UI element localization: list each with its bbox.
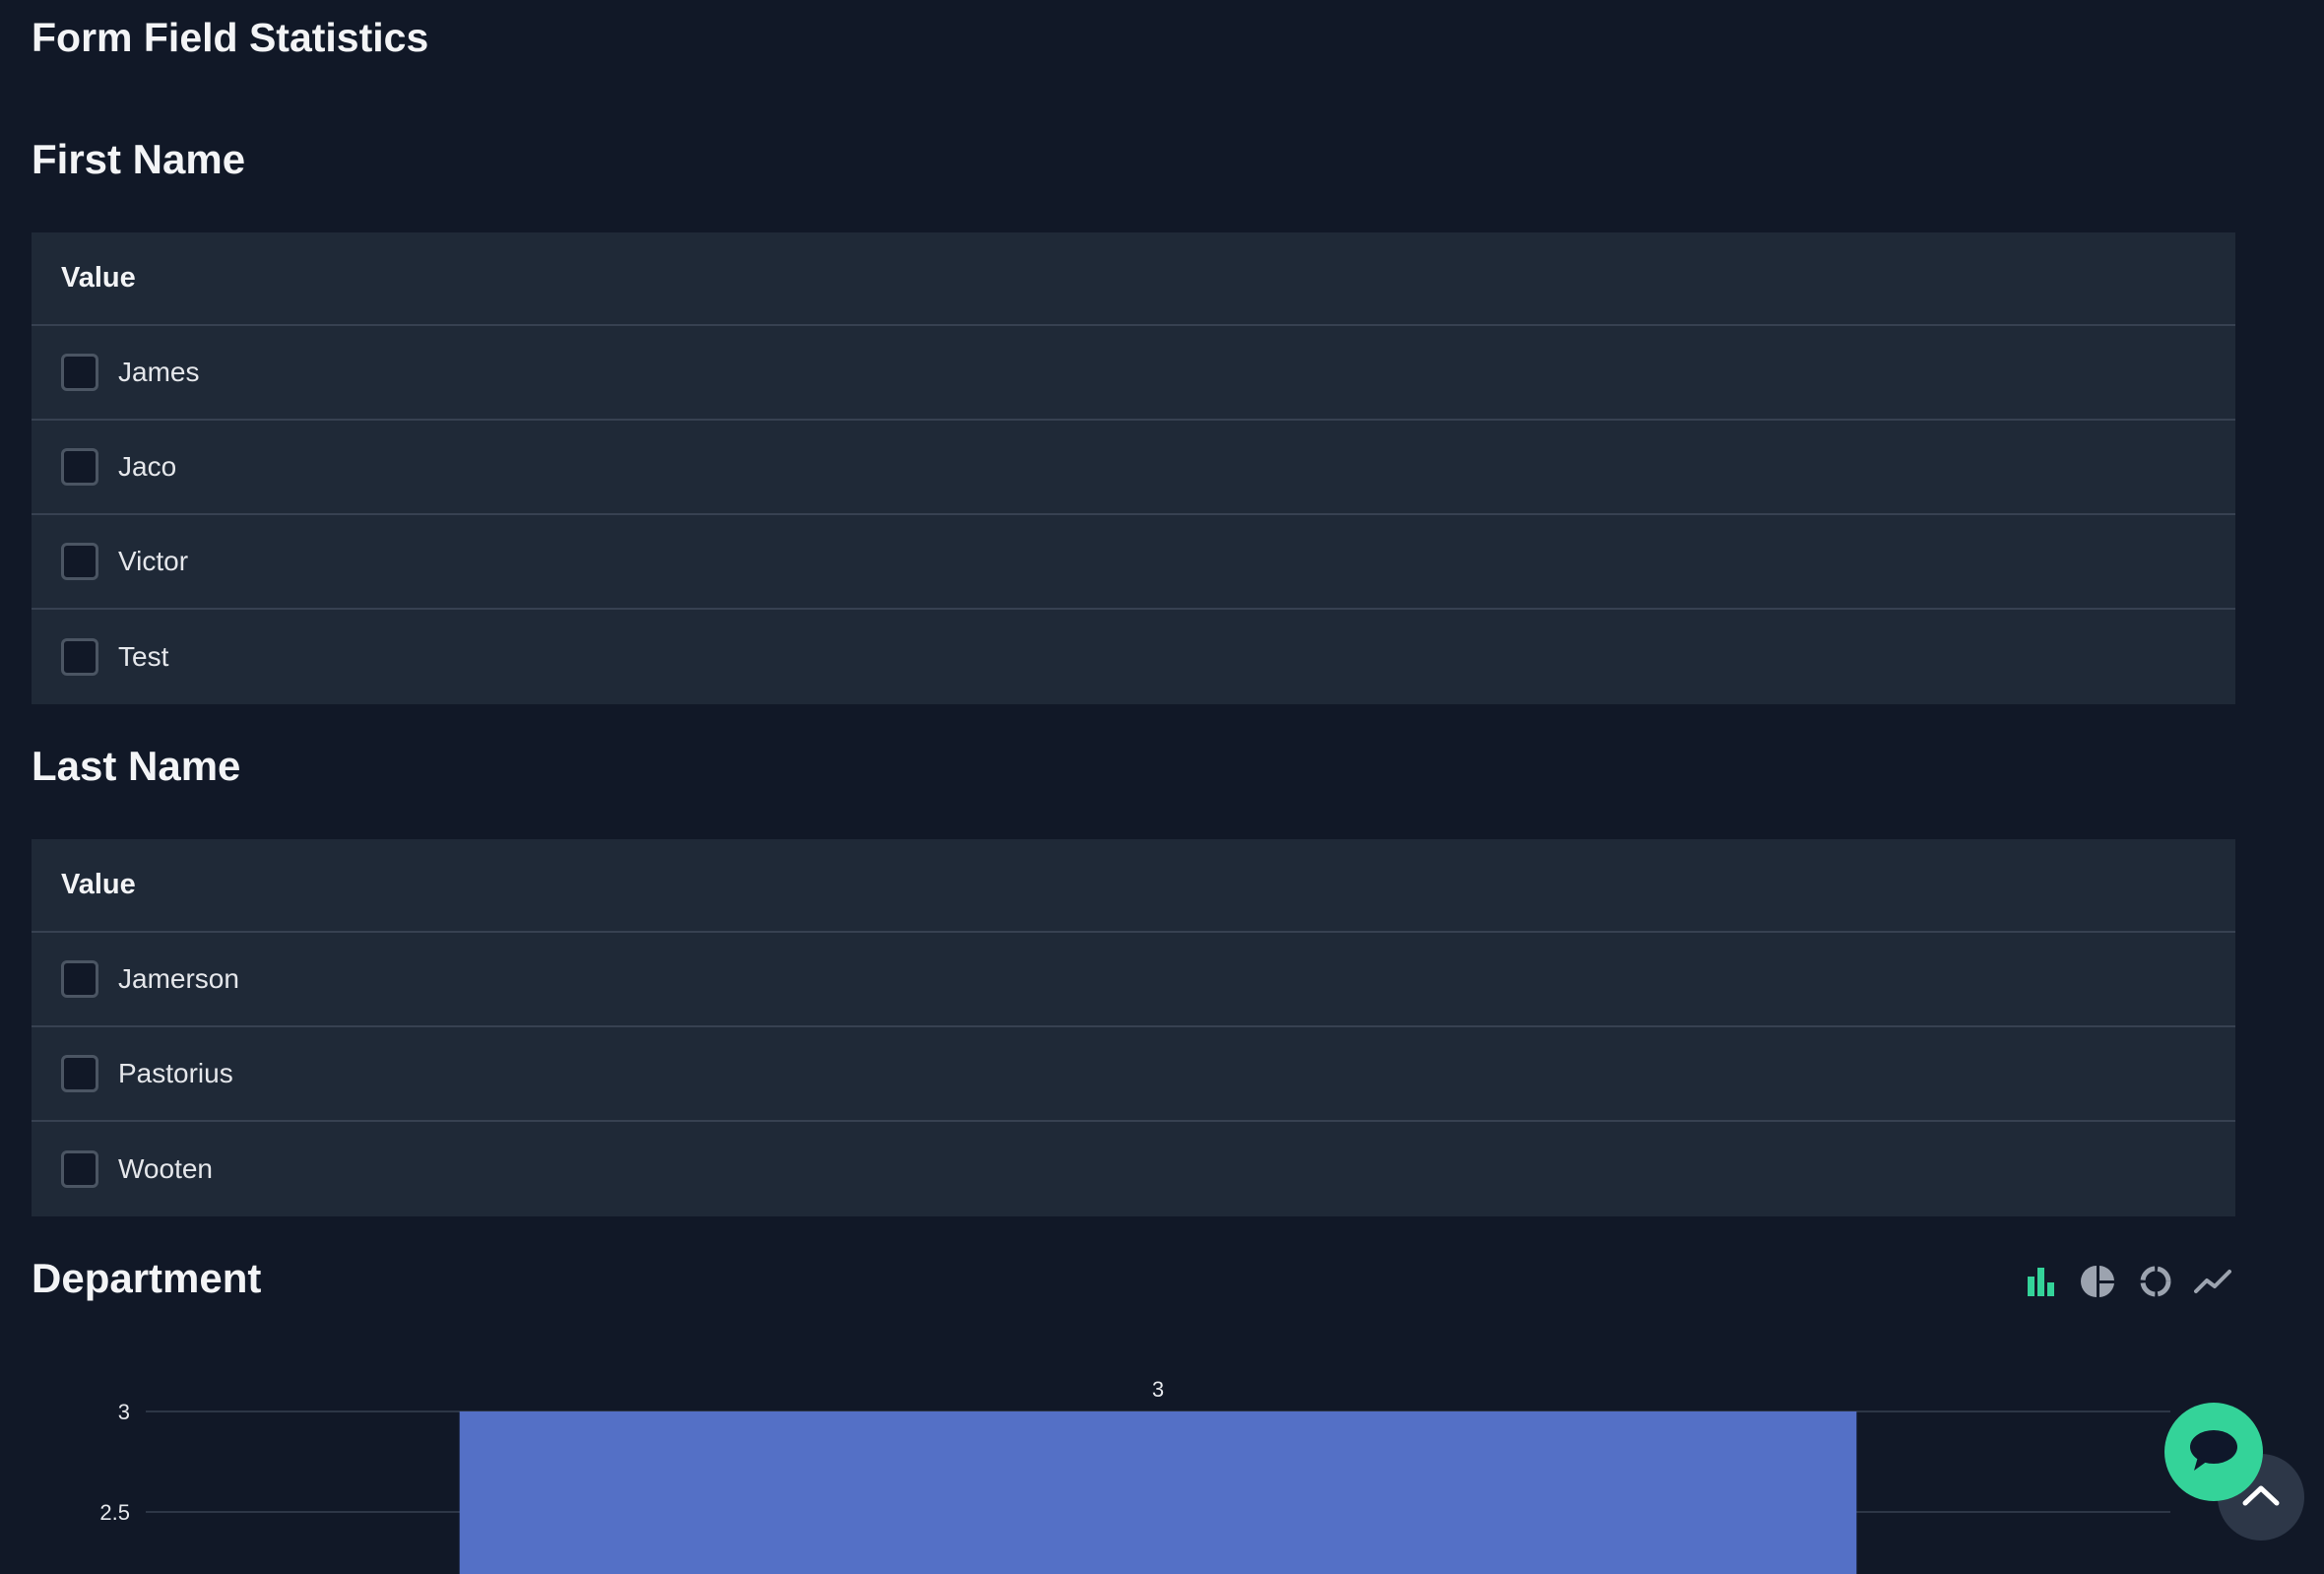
last-name-table: Value Jamerson Pastorius Wooten (32, 839, 2235, 1216)
table-header-value: Value (32, 232, 2235, 326)
row-checkbox[interactable] (61, 1150, 98, 1188)
donut-chart-icon[interactable] (2135, 1261, 2176, 1302)
table-row[interactable]: Jamerson (32, 933, 2235, 1027)
chat-button[interactable] (2164, 1403, 2263, 1501)
row-value: Pastorius (118, 1058, 233, 1088)
y-tick-label: 2.5 (99, 1500, 130, 1525)
row-checkbox[interactable] (61, 960, 98, 998)
row-checkbox[interactable] (61, 354, 98, 391)
row-value: Wooten (118, 1153, 213, 1184)
section-title-department: Department (32, 1255, 262, 1301)
table-row[interactable]: Victor (32, 515, 2235, 610)
department-bar-chart: 32.53 (99, 1377, 2170, 1574)
form-field-statistics-page: Form Field Statistics First Name Value J… (0, 0, 2324, 1574)
row-checkbox[interactable] (61, 448, 98, 486)
row-value: Victor (118, 546, 189, 576)
department-chart: 3 2.5 3 (0, 1359, 2324, 1574)
row-checkbox[interactable] (61, 543, 98, 580)
section-title-first-name: First Name (32, 136, 246, 182)
row-checkbox[interactable] (61, 1055, 98, 1092)
table-row[interactable]: James (32, 326, 2235, 421)
table-header-value: Value (32, 839, 2235, 933)
line-chart-icon[interactable] (2192, 1261, 2233, 1302)
row-value: Jaco (118, 451, 177, 482)
bar[interactable] (459, 1411, 1857, 1574)
table-row[interactable]: Test (32, 610, 2235, 704)
row-value: Test (118, 641, 169, 672)
row-checkbox[interactable] (61, 638, 98, 676)
first-name-table: Value James Jaco Victor Test (32, 232, 2235, 704)
table-row[interactable]: Jaco (32, 421, 2235, 515)
chat-bubble-icon (2188, 1427, 2239, 1477)
section-title-last-name: Last Name (32, 743, 241, 789)
bar-chart-icon[interactable] (2021, 1261, 2062, 1302)
row-value: James (118, 357, 200, 387)
page-title: Form Field Statistics (32, 15, 429, 60)
table-row[interactable]: Wooten (32, 1122, 2235, 1216)
table-row[interactable]: Pastorius (32, 1027, 2235, 1122)
row-value: Jamerson (118, 963, 239, 994)
pie-chart-icon[interactable] (2078, 1261, 2119, 1302)
bar-data-label: 3 (1152, 1377, 1164, 1402)
chart-type-toggles (2021, 1261, 2233, 1302)
y-tick-label: 3 (118, 1400, 130, 1424)
